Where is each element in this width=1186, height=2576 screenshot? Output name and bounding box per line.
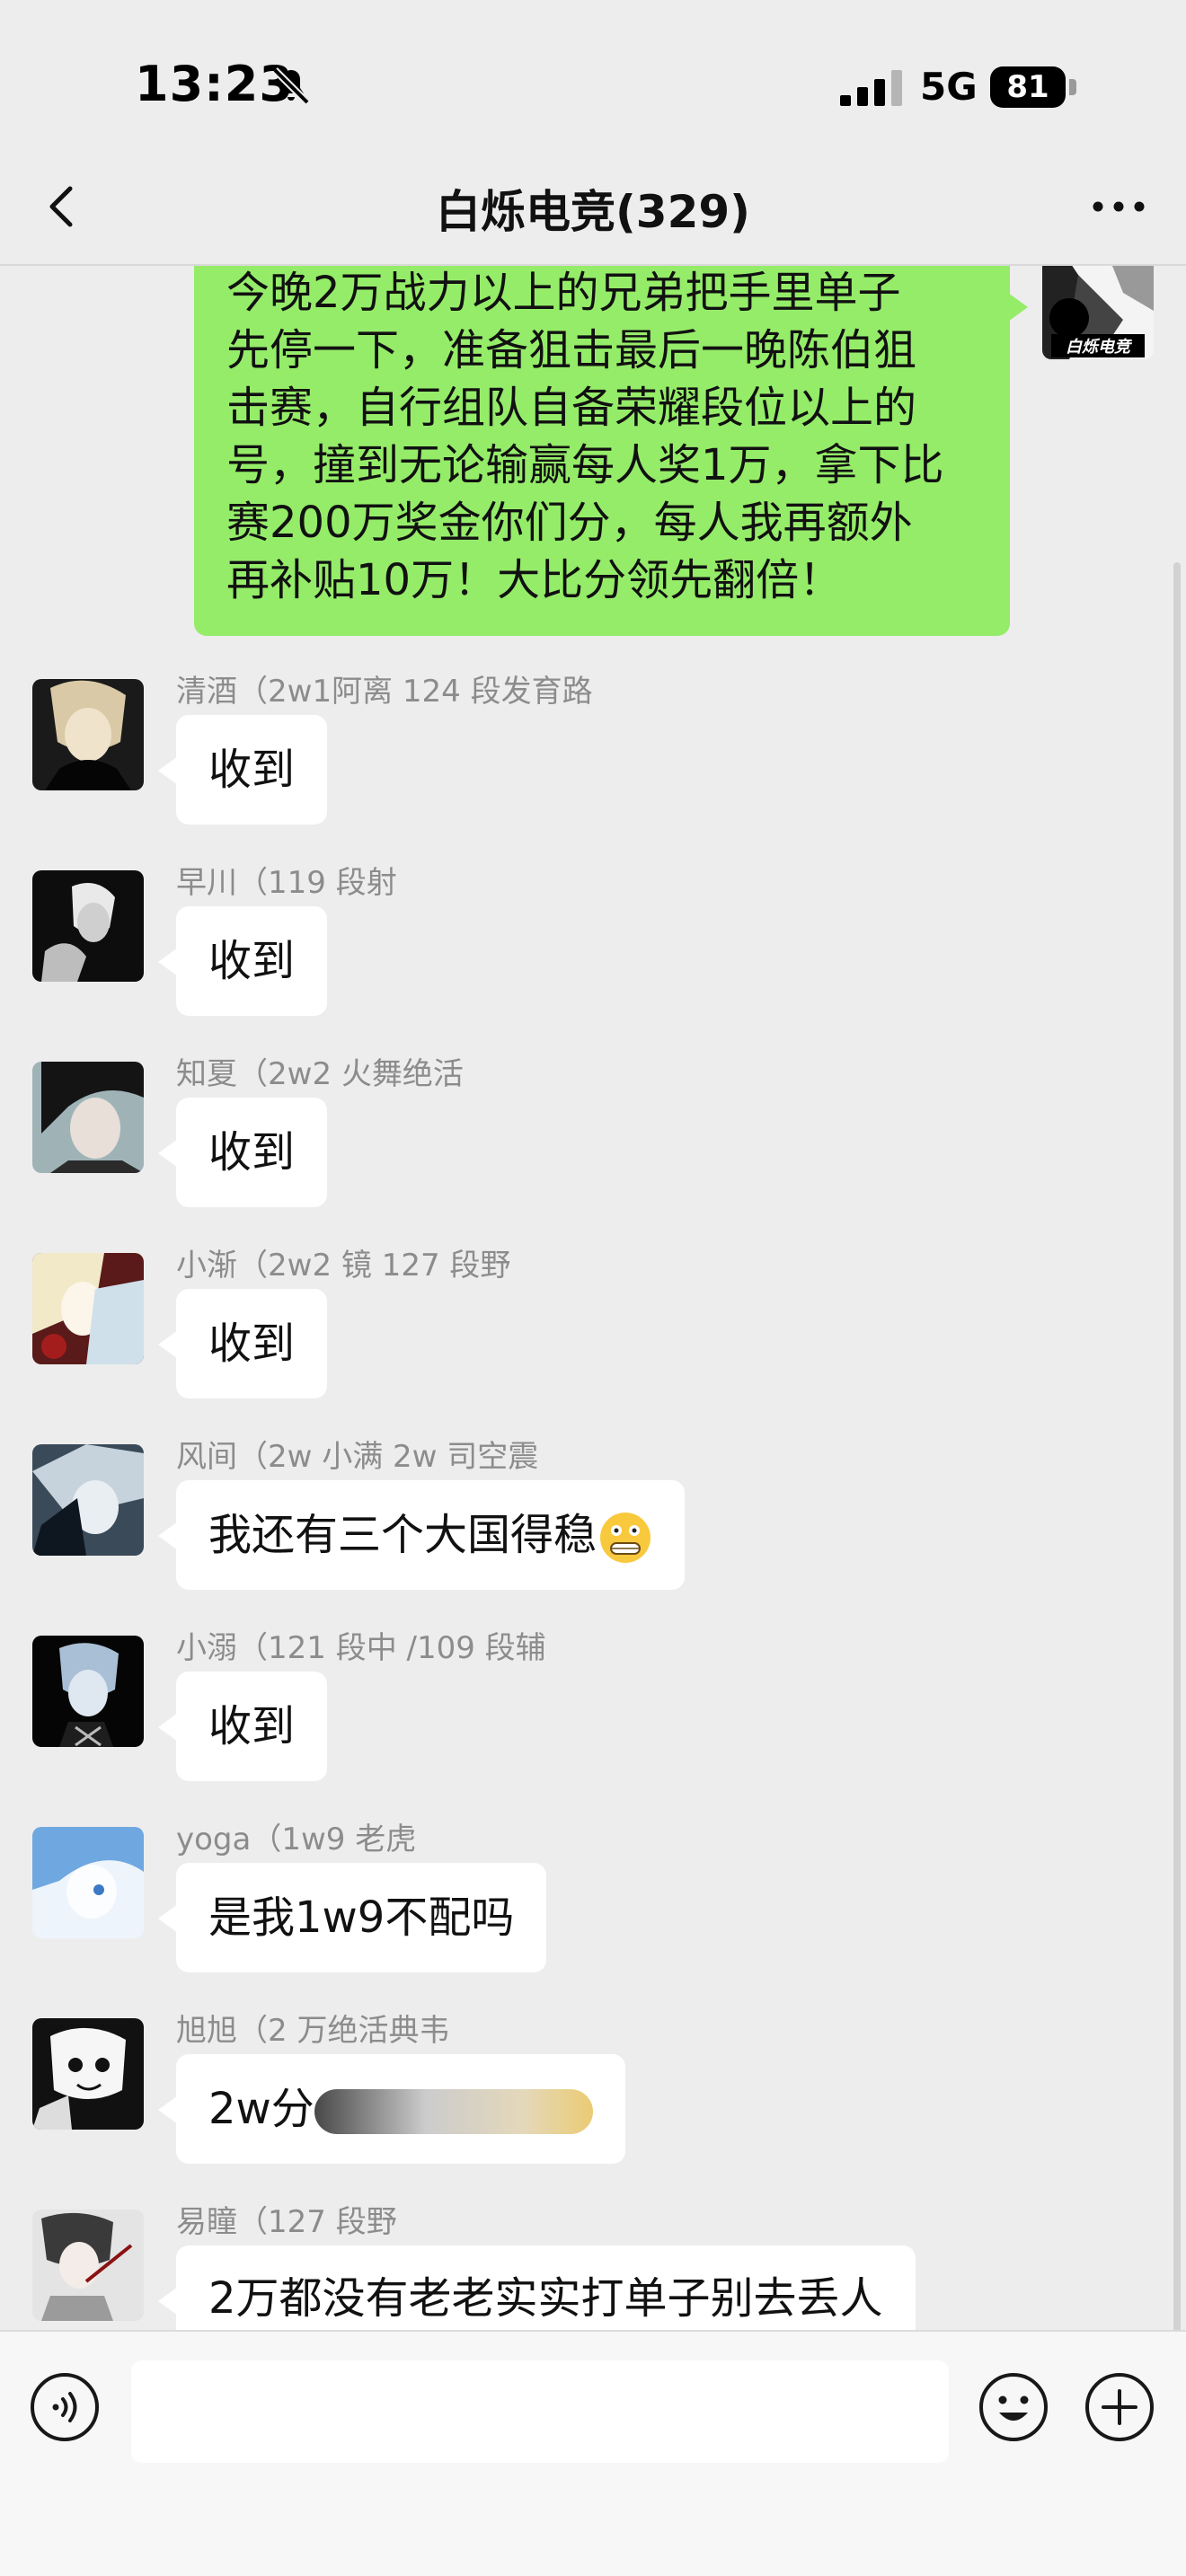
self-message-line: 今晚2万战力以上的兄弟把手里单子 <box>226 268 901 318</box>
nav-bar: 白烁电竞(329) <box>0 153 1186 266</box>
bubble-tail <box>158 948 178 976</box>
sender-name: 易瞳（127 段野 <box>176 2204 397 2240</box>
avatar[interactable] <box>32 1444 144 1556</box>
bubble-tail <box>158 1904 178 1933</box>
self-avatar[interactable]: 白烁电竞 <box>1042 266 1154 359</box>
avatar-image <box>32 679 144 790</box>
bubble-tail <box>158 1139 178 1168</box>
message-bubble[interactable]: 2w分 <box>176 2054 625 2164</box>
avatar-image <box>32 1827 144 1938</box>
message-bubble[interactable]: 收到 <box>176 1098 328 1207</box>
message-list[interactable]: 今晚2万战力以上的兄弟把手里单子 先停一下，准备狙击最后一晚陈伯狙 击赛，自行组… <box>0 266 1186 2330</box>
sender-name: 知夏（2w2 火舞绝活 <box>176 1056 464 1092</box>
avatar-image <box>32 1062 144 1173</box>
message-bubble[interactable]: 收到 <box>176 1289 328 1398</box>
network-type: 5G <box>920 65 978 109</box>
status-bar: 13:23 5G 81 <box>0 0 1186 153</box>
bubble-tail <box>158 1522 178 1550</box>
message-text: 我还有三个大国得稳 <box>208 1510 597 1560</box>
bubble-tail <box>158 756 178 785</box>
sender-name: 早川（119 段射 <box>176 865 397 901</box>
self-message-line: 再补贴10万！大比分领先翻倍！ <box>226 555 843 605</box>
bell-slash-icon <box>272 67 310 105</box>
emoji-icon[interactable] <box>978 2371 1049 2443</box>
avatar-image <box>32 870 144 982</box>
message-bubble[interactable]: 收到 <box>176 906 328 1016</box>
battery-cap <box>1069 79 1076 95</box>
avatar[interactable] <box>32 1062 144 1173</box>
avatar[interactable] <box>32 1253 144 1364</box>
sender-name: 小渐（2w2 镜 127 段野 <box>176 1248 511 1284</box>
message-text: 2w分 <box>208 2084 314 2134</box>
svg-text:白烁电竞: 白烁电竞 <box>1066 338 1133 356</box>
self-message-line: 击赛，自行组队自备荣耀段位以上的 <box>226 383 917 433</box>
bubble-tail <box>158 1713 178 1742</box>
message-bubble[interactable]: 收到 <box>176 1672 328 1781</box>
bubble-tail <box>158 2287 178 2316</box>
battery-icon: 81 <box>990 66 1076 108</box>
chat-title: 白烁电竞(329) <box>435 186 751 238</box>
sender-name: 小溺（121 段中 /109 段辅 <box>176 1630 546 1666</box>
voice-icon[interactable] <box>29 2371 101 2443</box>
message-input[interactable] <box>131 2360 949 2463</box>
signal-icon <box>840 70 902 106</box>
self-avatar-image: 白烁电竞 <box>1042 266 1154 359</box>
avatar[interactable] <box>32 2018 144 2130</box>
blurred-content <box>314 2089 593 2134</box>
self-bubble-tail <box>1008 293 1028 322</box>
input-bar <box>0 2330 1186 2576</box>
self-message-line: 号，撞到无论输赢每人奖1万，拿下比 <box>226 440 944 490</box>
battery-level: 81 <box>990 66 1066 108</box>
grimace-emoji-icon <box>600 1513 651 1563</box>
avatar[interactable] <box>32 1827 144 1938</box>
avatar[interactable] <box>32 870 144 982</box>
chat-screen: 13:23 5G 81 白烁电竞(329) 今晚2万战力以上的兄弟把手里单子 先… <box>0 0 1186 2576</box>
avatar-image <box>32 1636 144 1747</box>
message-bubble[interactable]: 2万都没有老老实实打单子别去丢人 <box>176 2245 916 2330</box>
avatar[interactable] <box>32 1636 144 1747</box>
avatar-image <box>32 1253 144 1364</box>
self-message-line: 赛200万奖金你们分，每人我再额外 <box>226 498 913 548</box>
self-message-bubble[interactable]: 今晚2万战力以上的兄弟把手里单子 先停一下，准备狙击最后一晚陈伯狙 击赛，自行组… <box>194 266 1010 636</box>
sender-name: 旭旭（2 万绝活典韦 <box>176 2013 450 2049</box>
sender-name: 清酒（2w1阿离 124 段发育路 <box>176 674 593 710</box>
message-bubble[interactable]: 收到 <box>176 715 328 825</box>
more-dots-icon[interactable] <box>1087 180 1150 234</box>
bubble-tail <box>158 2095 178 2124</box>
sender-name: 风间（2w 小满 2w 司空震 <box>176 1439 539 1475</box>
avatar[interactable] <box>32 2210 144 2321</box>
avatar-image <box>32 1444 144 1556</box>
self-message-line: 先停一下，准备狙击最后一晚陈伯狙 <box>226 325 917 375</box>
avatar-image <box>32 2018 144 2130</box>
avatar-image <box>32 2210 144 2321</box>
message-bubble[interactable]: 我还有三个大国得稳 <box>176 1480 686 1590</box>
scrollbar[interactable] <box>1173 562 1181 2330</box>
message-bubble[interactable]: 是我1w9不配吗 <box>176 1863 547 1972</box>
sender-name: yoga（1w9 老虎 <box>176 1822 417 1857</box>
avatar[interactable] <box>32 679 144 790</box>
bubble-tail <box>158 1330 178 1359</box>
plus-icon[interactable] <box>1084 2371 1155 2443</box>
